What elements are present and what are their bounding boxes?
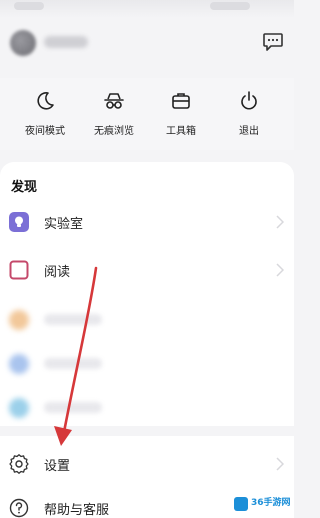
username-blurred [44,36,88,48]
blurred-icon [9,310,29,330]
list-item-label: 实验室 [44,217,84,232]
power-icon [241,91,257,110]
blurred-label [44,358,102,369]
chevron-right-icon [276,215,284,229]
moon-icon [37,92,54,110]
list-item-blurred[interactable] [0,388,294,428]
night-mode-button[interactable]: 夜间模式 [15,90,75,146]
watermark-text: 36手游网 [251,498,291,508]
chevron-right-icon [276,457,284,471]
night-mode-label: 夜间模式 [25,126,65,137]
message-icon[interactable] [262,32,284,52]
blurred-label [44,314,102,325]
list-item-label: 设置 [44,459,71,474]
list-item-reading[interactable]: 阅读 [0,250,294,290]
toolbox-label: 工具箱 [166,126,196,137]
quick-actions: 夜间模式 无痕浏览 工具箱 退出 [0,78,294,150]
blurred-label [44,402,102,413]
incognito-icon [104,93,124,109]
discover-section: 发现 实验室 阅读 设置 帮助与客服 [0,162,294,518]
blurred-icon [9,398,29,418]
list-item-label: 帮助与客服 [44,503,110,518]
section-divider [0,426,294,436]
blurred-icon [9,354,29,374]
help-icon [9,498,29,518]
avatar[interactable] [10,30,36,56]
list-item-settings[interactable]: 设置 [0,444,294,484]
watermark: 36手游网 [234,493,292,515]
list-item-label: 阅读 [44,265,71,280]
incognito-label: 无痕浏览 [94,126,134,137]
toolbox-button[interactable]: 工具箱 [151,90,211,146]
status-bar-blurred [0,0,294,18]
incognito-button[interactable]: 无痕浏览 [84,90,144,146]
blurred-status-item [14,2,44,10]
toolbox-icon [172,93,190,109]
list-item-blurred[interactable] [0,344,294,384]
logo-icon [234,497,248,511]
exit-label: 退出 [239,126,259,137]
lab-icon [9,212,29,232]
gear-icon [9,454,29,474]
exit-button[interactable]: 退出 [219,90,279,146]
profile-header[interactable] [0,22,294,62]
list-item-lab[interactable]: 实验室 [0,202,294,242]
blurred-status-item [210,2,250,10]
chevron-right-icon [276,263,284,277]
list-item-blurred[interactable] [0,300,294,340]
section-title: 发现 [11,180,38,195]
reading-icon [9,260,29,280]
